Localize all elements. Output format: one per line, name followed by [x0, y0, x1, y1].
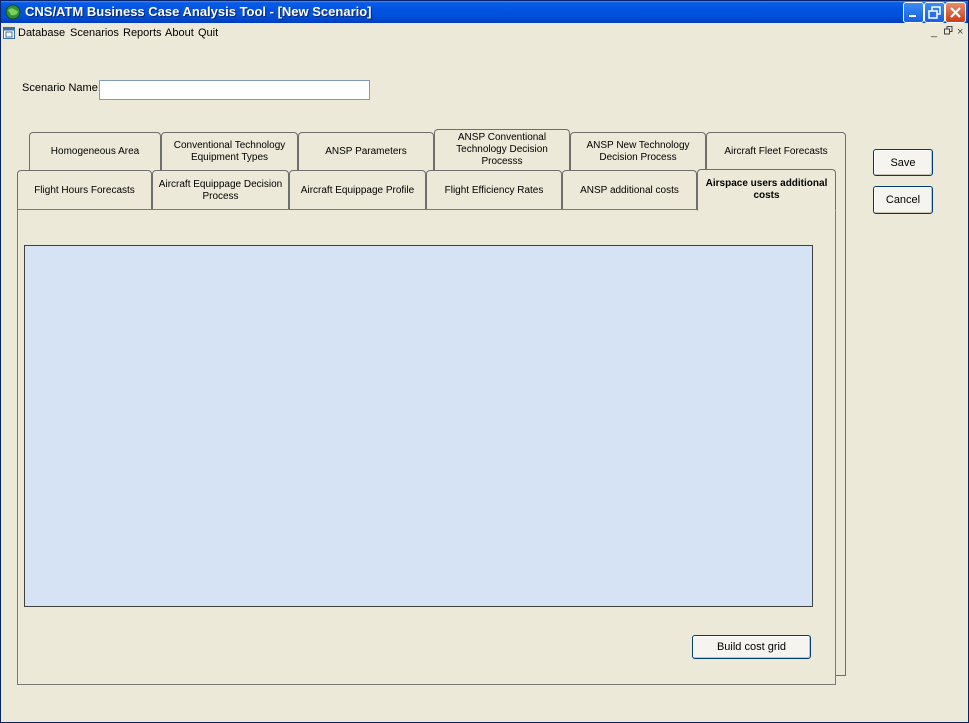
close-icon: [950, 7, 961, 18]
tab-homogeneous-area[interactable]: Homogeneous Area: [29, 132, 161, 170]
scenario-name-label: Scenario Name:: [22, 82, 101, 94]
tab-ansp-additional-costs[interactable]: ANSP additional costs: [562, 170, 697, 210]
app-window: CNS/ATM Business Case Analysis Tool - [N…: [0, 0, 969, 723]
tab-flight-hours-forecasts[interactable]: Flight Hours Forecasts: [17, 170, 152, 210]
menu-bar: Database Scenarios Reports About Quit _ …: [1, 23, 968, 43]
menu-quit[interactable]: Quit: [198, 27, 218, 39]
save-button[interactable]: Save: [873, 149, 933, 176]
mdi-child-icon[interactable]: [3, 27, 15, 39]
minimize-button[interactable]: [903, 2, 924, 23]
tab-flight-efficiency-rates[interactable]: Flight Efficiency Rates: [426, 170, 562, 210]
tab-aircraft-equippage-profile[interactable]: Aircraft Equippage Profile: [289, 170, 426, 210]
mdi-restore-icon: [944, 26, 953, 35]
menu-scenarios[interactable]: Scenarios: [70, 27, 119, 39]
cancel-button[interactable]: Cancel: [873, 186, 933, 214]
tab-aircraft-fleet-forecasts[interactable]: Aircraft Fleet Forecasts: [706, 132, 846, 170]
scenario-name-input[interactable]: [99, 80, 370, 100]
tab-ansp-conventional-technology-decision-process[interactable]: ANSP Conventional Technology Decision Pr…: [434, 129, 570, 170]
form-client-area: Scenario Name: Homogeneous Area Conventi…: [1, 43, 968, 722]
tab-airspace-users-additional-costs[interactable]: Airspace users additional costs: [697, 169, 836, 211]
minimize-icon: [909, 15, 916, 17]
title-bar[interactable]: CNS/ATM Business Case Analysis Tool - [N…: [1, 1, 968, 23]
globe-app-icon: [5, 4, 21, 20]
mdi-close-button[interactable]: ×: [957, 26, 963, 38]
menu-reports[interactable]: Reports: [123, 27, 162, 39]
tab-conventional-technology-equipment-types[interactable]: Conventional Technology Equipment Types: [161, 132, 298, 170]
menu-about[interactable]: About: [165, 27, 194, 39]
window-title: CNS/ATM Business Case Analysis Tool - [N…: [25, 4, 372, 19]
cost-grid-area[interactable]: [24, 245, 813, 607]
restore-button[interactable]: [924, 2, 945, 23]
mdi-minimize-button[interactable]: _: [931, 26, 937, 38]
tab-aircraft-equippage-decision-process[interactable]: Aircraft Equippage Decision Process: [152, 170, 289, 210]
close-button[interactable]: [945, 2, 966, 23]
menu-database[interactable]: Database: [18, 27, 65, 39]
tab-ansp-parameters[interactable]: ANSP Parameters: [298, 132, 434, 170]
build-cost-grid-button[interactable]: Build cost grid: [692, 635, 811, 659]
tab-ansp-new-technology-decision-process[interactable]: ANSP New Technology Decision Process: [570, 132, 706, 170]
restore-icon: [928, 6, 941, 19]
mdi-restore-button[interactable]: [944, 26, 953, 38]
